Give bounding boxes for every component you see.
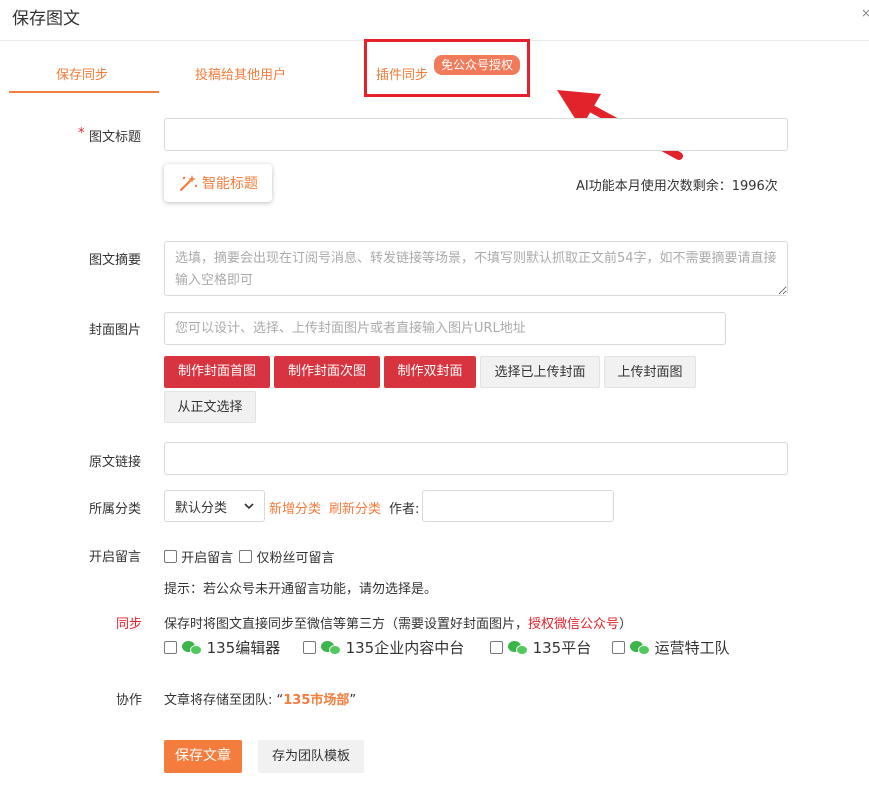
source-link-input[interactable] [164, 442, 788, 475]
save-article-button[interactable]: 保存文章 [164, 740, 242, 773]
collab-description: 文章将存储至团队: “135市场部” [164, 689, 356, 708]
authorize-wechat-link[interactable]: 授权微信公众号 [528, 617, 619, 632]
sync-target-135-editor: 135编辑器 [164, 637, 280, 658]
sync-ops-team-checkbox[interactable] [612, 641, 625, 654]
sync-target-135-enterprise: 135企业内容中台 [303, 637, 464, 658]
fans-only-label: 仅粉丝可留言 [256, 551, 335, 566]
sync-target-label: 135企业内容中台 [345, 639, 465, 657]
title-label: 图文标题 [89, 130, 142, 145]
category-label: 所属分类 [89, 502, 142, 517]
source-link-label: 原文链接 [89, 455, 142, 470]
magic-wand-icon [179, 175, 198, 192]
wechat-icon [629, 641, 650, 655]
active-tab-indicator [9, 91, 159, 93]
new-category-link[interactable]: 新增分类 [269, 498, 321, 517]
collab-text: 文章将存储至团队: “ [164, 693, 284, 708]
select-from-body-button[interactable]: 从正文选择 [164, 391, 256, 423]
collab-label: 协作 [116, 693, 143, 708]
sync-description: 保存时将图文直接同步至微信等第三方（需要设置好封面图片，授权微信公众号） [164, 613, 632, 632]
refresh-category-link[interactable]: 刷新分类 [329, 498, 381, 517]
select-uploaded-cover-button[interactable]: 选择已上传封面 [480, 356, 600, 388]
cover-url-input[interactable] [164, 312, 726, 345]
title-input[interactable] [164, 118, 788, 151]
make-cover-second-button[interactable]: 制作封面次图 [274, 356, 380, 388]
sync-target-label: 135编辑器 [206, 639, 281, 657]
comment-tip: 提示：若公众号未开通留言功能，请勿选择是。 [164, 582, 438, 597]
comment-options: 开启留言 仅粉丝可留言 [164, 547, 334, 566]
upload-cover-button[interactable]: 上传封面图 [604, 356, 696, 388]
fans-only-checkbox[interactable] [239, 550, 253, 563]
chevron-down-icon [244, 502, 254, 509]
sync-target-135-platform: 135平台 [490, 637, 591, 658]
wechat-icon [507, 641, 528, 655]
author-label: 作者: [389, 502, 420, 517]
summary-label: 图文摘要 [89, 253, 142, 268]
sync-target-ops-team: 运营特工队 [612, 637, 730, 658]
save-team-template-button[interactable]: 存为团队模板 [258, 740, 364, 773]
ai-title-button[interactable]: 智能标题 [164, 164, 272, 202]
make-double-cover-button[interactable]: 制作双封面 [384, 356, 476, 388]
sync-target-label: 135平台 [532, 639, 592, 657]
ai-title-label: 智能标题 [202, 176, 258, 192]
author-input[interactable] [422, 490, 614, 522]
sync-135-enterprise-checkbox[interactable] [303, 641, 316, 654]
close-icon[interactable]: × [861, 6, 869, 20]
tab-save-sync[interactable]: 保存同步 [56, 64, 108, 83]
required-mark: * [78, 126, 85, 141]
comment-label: 开启留言 [89, 550, 142, 565]
sync-desc-text: 保存时将图文直接同步至微信等第三方（需要设置好封面图片， [164, 617, 529, 632]
make-cover-first-button[interactable]: 制作封面首图 [164, 356, 270, 388]
wechat-icon [181, 641, 202, 655]
enable-comment-label: 开启留言 [181, 551, 234, 566]
sync-desc-end: ） [619, 617, 633, 632]
sync-target-label: 运营特工队 [654, 639, 730, 657]
highlight-box [364, 39, 530, 97]
ai-usage-note: AI功能本月使用次数剩余：1996次 [576, 179, 778, 194]
sync-label: 同步 [116, 617, 143, 632]
team-name: 135市场部 [283, 693, 350, 708]
cover-label: 封面图片 [89, 323, 142, 338]
summary-textarea[interactable] [164, 241, 788, 296]
category-select-value: 默认分类 [175, 500, 228, 516]
collab-text-end: ” [349, 693, 357, 708]
enable-comment-checkbox[interactable] [164, 550, 177, 563]
sync-135-editor-checkbox[interactable] [164, 641, 177, 654]
tab-submit-to-users[interactable]: 投稿给其他用户 [195, 64, 286, 83]
sync-135-platform-checkbox[interactable] [490, 641, 503, 654]
dialog-title: 保存图文 [12, 9, 80, 29]
wechat-icon [320, 641, 341, 655]
category-select[interactable]: 默认分类 [164, 490, 265, 522]
